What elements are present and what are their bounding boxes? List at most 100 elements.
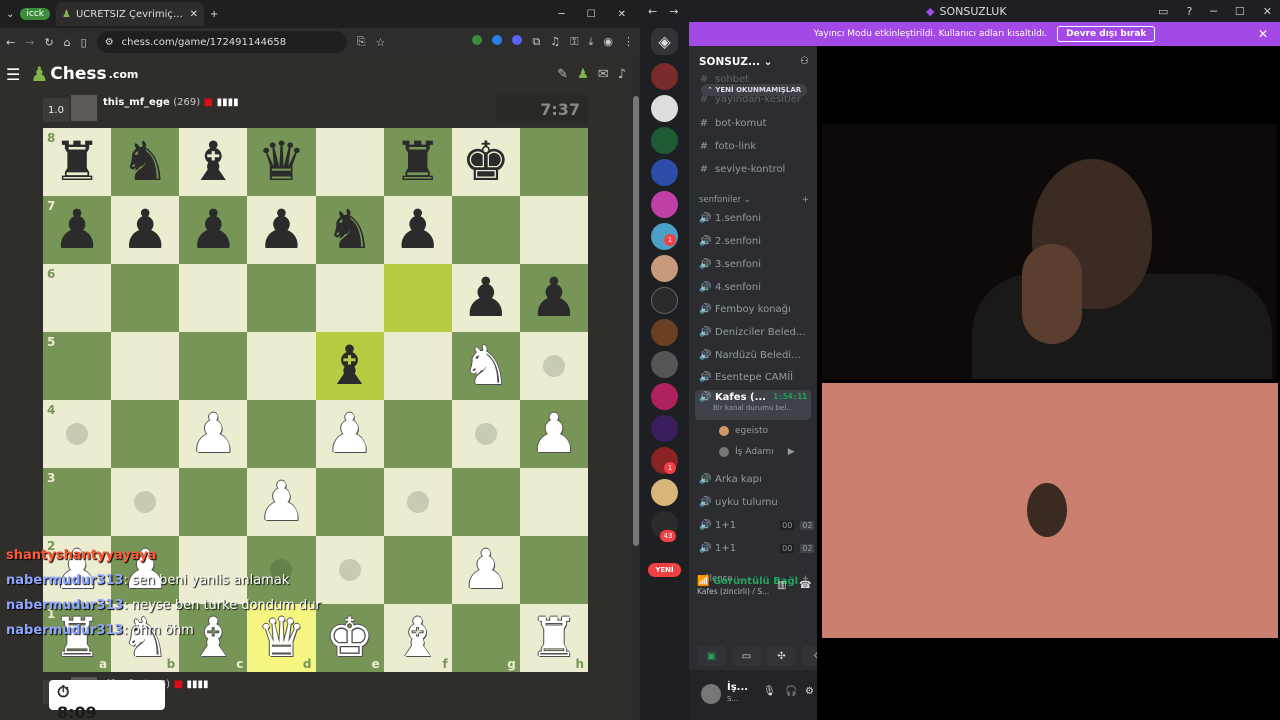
forward-icon[interactable]: → (669, 5, 678, 18)
close-window-icon[interactable]: ✕ (618, 9, 626, 20)
add-channel-icon[interactable]: + (802, 195, 809, 205)
black-pawn-piece[interactable]: ♟ (462, 271, 510, 325)
voice-channel[interactable]: 🔊 Arka kapı (699, 474, 762, 485)
square-g2[interactable]: ♟ (451, 536, 520, 604)
url-field[interactable]: ⚙ chess.com/game/172491144658 (96, 31, 347, 53)
category-senfoniler[interactable]: senfoniler ⌄ + (699, 195, 809, 205)
top-player-avatar[interactable] (71, 95, 97, 121)
square-b8[interactable]: ♞ (111, 128, 180, 196)
menu-kebab-icon[interactable]: ⋮ (623, 35, 634, 49)
square-c6[interactable] (179, 264, 248, 332)
black-pawn-piece[interactable]: ♟ (121, 203, 169, 257)
square-e3[interactable] (315, 468, 384, 536)
close-tab-icon[interactable]: ✕ (190, 9, 198, 20)
add-member-icon[interactable]: ⚇ (800, 56, 809, 67)
page-scrollbar[interactable] (632, 56, 640, 720)
square-a5[interactable]: 5 (43, 332, 112, 400)
voice-channel[interactable]: 🔊 3.senfoni (699, 259, 761, 270)
square-d4[interactable] (247, 400, 316, 468)
move-hint-dot[interactable] (542, 355, 565, 377)
black-rook-piece[interactable]: ♜ (393, 135, 441, 189)
square-f7[interactable]: ♟ (383, 196, 452, 264)
server-icon[interactable] (651, 127, 678, 154)
maximize-icon[interactable]: ☐ (1235, 5, 1245, 18)
square-h1[interactable]: ♜ h (519, 604, 588, 672)
square-h2[interactable] (519, 536, 588, 604)
back-icon[interactable]: ← (6, 36, 15, 49)
move-hint-dot[interactable] (338, 559, 361, 581)
voice-channel[interactable]: 🔊 Femboy konağı (699, 304, 791, 315)
close-banner-icon[interactable]: ✕ (1258, 27, 1268, 41)
black-pawn-piece[interactable]: ♟ (189, 203, 237, 257)
square-g7[interactable] (451, 196, 520, 264)
square-f3[interactable] (383, 468, 452, 536)
server-icon[interactable] (651, 95, 678, 122)
black-knight-piece[interactable]: ♞ (121, 135, 169, 189)
extension-blue-icon[interactable] (492, 35, 503, 45)
voice-channel[interactable]: 🔊 2.senfoni (699, 236, 761, 247)
voice-member[interactable]: İş Adamı ▶ (719, 447, 795, 457)
white-king-piece[interactable]: ♚ (325, 611, 373, 665)
move-hint-dot[interactable] (66, 423, 89, 445)
disable-streamer-mode-button[interactable]: Devre dışı bırak (1057, 26, 1156, 42)
white-pawn-piece[interactable]: ♟ (325, 407, 373, 461)
new-tab-button[interactable]: + (210, 9, 218, 20)
square-b3[interactable] (111, 468, 180, 536)
voice-channel[interactable]: 🔊 Denizciler Beled... (699, 327, 806, 338)
camera-icon[interactable]: ▣ (697, 646, 726, 666)
white-bishop-piece[interactable]: ♝ (393, 611, 441, 665)
voice-channel[interactable]: 🔊 1+1 00 02 (699, 520, 815, 531)
extension-green-icon[interactable] (472, 35, 483, 45)
server-icon[interactable] (651, 319, 678, 346)
black-bishop-piece[interactable]: ♝ (325, 339, 373, 393)
square-d3[interactable]: ♟ (247, 468, 316, 536)
square-c3[interactable] (179, 468, 248, 536)
square-f6[interactable] (383, 264, 452, 332)
browser-tab[interactable]: ♟ ÜCRETSİZ Çevrimiçi Satranç Oy ✕ (56, 2, 204, 26)
square-b5[interactable] (111, 332, 180, 400)
voice-channel[interactable]: 🔊 uyku tulumu (699, 497, 778, 508)
activities-icon[interactable]: ✣ (767, 646, 796, 666)
white-pawn-piece[interactable]: ♟ (189, 407, 237, 461)
square-g3[interactable] (451, 468, 520, 536)
square-g4[interactable] (451, 400, 520, 468)
server-icon[interactable] (651, 159, 678, 186)
square-e6[interactable] (315, 264, 384, 332)
black-pawn-piece[interactable]: ♟ (257, 203, 305, 257)
square-g8[interactable]: ♚ (451, 128, 520, 196)
disconnect-icon[interactable]: ☎ (799, 580, 811, 591)
channel-bot-komut[interactable]: # bot-komut (699, 118, 767, 129)
chess-logo[interactable]: ♟ Chess .com (30, 62, 138, 86)
square-f1[interactable]: ♝ f (383, 604, 452, 672)
site-info-icon[interactable]: ⚙ (105, 37, 114, 48)
square-a3[interactable]: 3 (43, 468, 112, 536)
split-view-icon[interactable]: ▯ (81, 36, 87, 49)
black-queen-piece[interactable]: ♛ (257, 135, 305, 189)
install-icon[interactable]: ⎘ (357, 35, 366, 49)
square-d5[interactable] (247, 332, 316, 400)
voice-member[interactable]: egeisto (719, 426, 768, 436)
voice-channel[interactable]: 🔊 Nardüzü Beledi... (699, 350, 801, 361)
channel-seviye-kontrol[interactable]: # seviye-kontrol (699, 164, 786, 175)
square-c4[interactable]: ♟ (179, 400, 248, 468)
forward-icon[interactable]: → (25, 36, 34, 49)
mail-icon[interactable]: ✉ (598, 67, 609, 82)
server-name[interactable]: SONSUZ... ⌄ (699, 56, 772, 68)
black-king-piece[interactable]: ♚ (462, 135, 510, 189)
square-f8[interactable]: ♜ (383, 128, 452, 196)
square-c5[interactable] (179, 332, 248, 400)
home-icon[interactable]: ⌂ (64, 36, 71, 49)
voice-channel[interactable]: 🔊 1+1 00 02 (699, 543, 815, 554)
square-f4[interactable] (383, 400, 452, 468)
minimize-icon[interactable]: ─ (559, 9, 565, 20)
server-icon[interactable] (651, 415, 678, 442)
friends-icon[interactable]: ♟ (577, 67, 589, 82)
white-rook-piece[interactable]: ♜ (530, 611, 578, 665)
white-pawn-piece[interactable]: ♟ (257, 475, 305, 529)
white-pawn-piece[interactable]: ♟ (462, 543, 510, 597)
settings-gear-icon[interactable]: ⚙ (805, 686, 814, 697)
square-g1[interactable]: g (451, 604, 520, 672)
square-d7[interactable]: ♟ (247, 196, 316, 264)
user-avatar[interactable] (701, 684, 721, 704)
square-d8[interactable]: ♛ (247, 128, 316, 196)
